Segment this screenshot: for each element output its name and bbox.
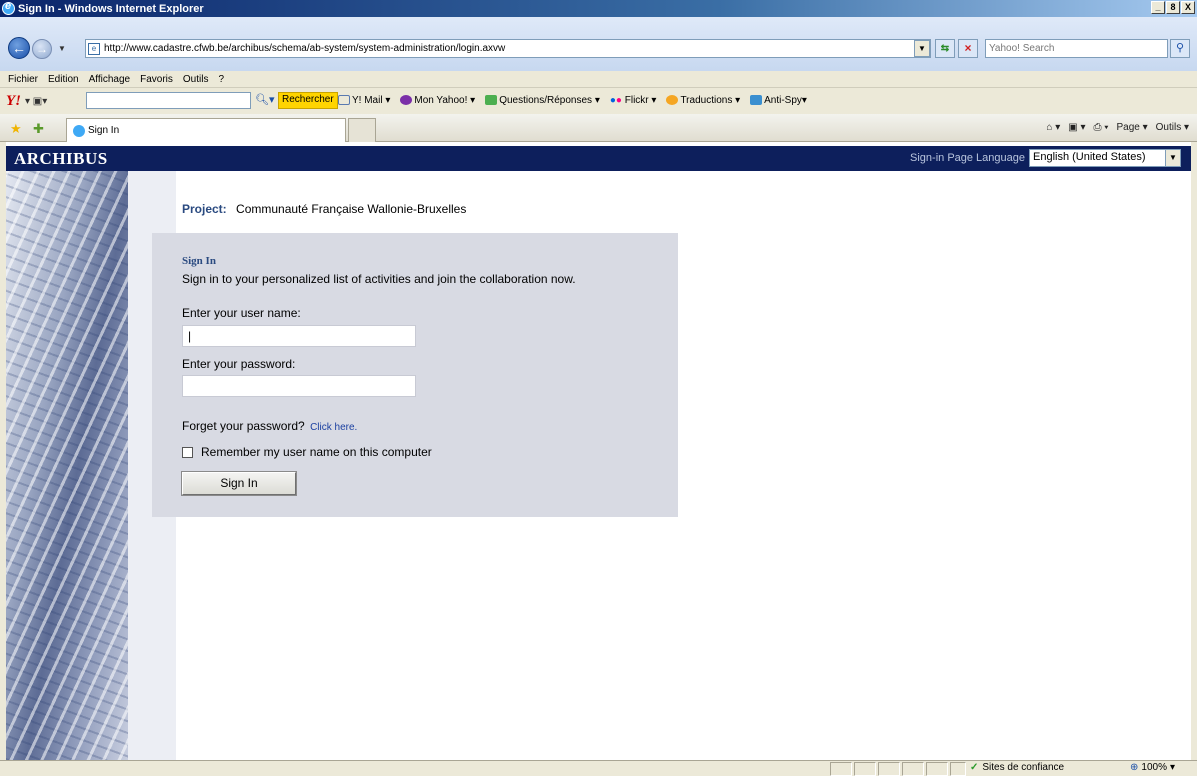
menu-item-affichage[interactable]: Affichage	[89, 74, 131, 85]
stop-icon[interactable]: ×	[958, 39, 978, 58]
menu-item-favoris[interactable]: Favoris	[140, 74, 173, 85]
status-cell	[950, 762, 966, 776]
archibus-header: ARCHIBUS Sign-in Page Language English (…	[6, 146, 1191, 171]
project-label: Project:	[182, 202, 227, 216]
history-dropdown-icon[interactable]: ▼	[58, 44, 66, 53]
home-icon[interactable]: ⌂ ▾	[1046, 122, 1060, 133]
forgot-password: Forget your password? Click here.	[182, 419, 357, 433]
yahoo-toolbar: Y! ▾ ▣▾ 🔍︎▾ Rechercher Y! Mail ▾ Mon Yah…	[0, 88, 1197, 114]
add-favorite-icon[interactable]: ✚	[33, 121, 44, 137]
address-input[interactable]: e http://www.cadastre.cfwb.be/archibus/s…	[85, 39, 931, 58]
address-toolbar: ← → ▼ e http://www.cadastre.cfwb.be/arch…	[0, 17, 1197, 71]
project-name: Communauté Française Wallonie-Bruxelles	[236, 202, 467, 216]
mail-icon	[338, 95, 350, 106]
menu-item-help[interactable]: ?	[218, 74, 224, 85]
feeds-icon[interactable]: ▣ ▾	[1068, 122, 1085, 133]
yahoo-links: Y! Mail ▾ Mon Yahoo! ▾ Questions/Réponse…	[338, 95, 807, 106]
yahoo-menu-icon[interactable]: ▾ ▣▾	[25, 96, 47, 107]
remember-row: Remember my user name on this computer	[182, 445, 432, 459]
zoom-value: 100%	[1141, 762, 1167, 773]
magnifier-icon[interactable]: 🔍︎▾	[255, 93, 275, 106]
signin-panel: Sign In Sign in to your personalized lis…	[152, 233, 678, 517]
signin-description: Sign in to your personalized list of act…	[182, 272, 576, 286]
remember-label: Remember my user name on this computer	[201, 445, 432, 459]
tools-menu[interactable]: Outils ▾	[1156, 122, 1189, 133]
forward-button[interactable]: →	[32, 39, 52, 59]
zoom-control[interactable]: ⊕ 100% ▾	[1130, 762, 1175, 773]
remember-checkbox[interactable]	[182, 446, 193, 458]
close-button[interactable]: X	[1181, 1, 1195, 14]
flickr-link[interactable]: ●● Flickr ▾	[610, 95, 657, 106]
building-image	[6, 171, 128, 760]
page-content: ARCHIBUS Sign-in Page Language English (…	[0, 142, 1197, 760]
status-cell	[830, 762, 852, 776]
status-cell	[926, 762, 948, 776]
anti-spy-link[interactable]: Anti-Spy▾	[750, 95, 807, 106]
window-titlebar: Sign In - Windows Internet Explorer _ 8 …	[0, 0, 1197, 17]
anti-spy-icon	[750, 95, 763, 106]
yahoo-mail-link[interactable]: Y! Mail ▾	[338, 95, 390, 106]
rechercher-button[interactable]: Rechercher	[278, 92, 338, 109]
status-bar: ✓ Sites de confiance ⊕ 100% ▾	[0, 760, 1197, 776]
tab-ie-icon	[73, 124, 85, 137]
maximize-button[interactable]: 8	[1166, 1, 1180, 14]
forgot-link[interactable]: Click here.	[310, 422, 357, 433]
check-icon: ✓	[970, 762, 979, 773]
username-label: Enter your user name:	[182, 306, 301, 320]
zone-label: Sites de confiance	[982, 762, 1065, 773]
minimize-button[interactable]: _	[1151, 1, 1165, 14]
questions-link[interactable]: Questions/Réponses ▾	[485, 95, 600, 106]
favorites-star-icon[interactable]: ★	[10, 121, 22, 137]
search-input[interactable]: Yahoo! Search	[985, 39, 1168, 58]
yahoo-logo[interactable]: Y!	[6, 93, 21, 110]
username-input[interactable]: |	[182, 325, 416, 347]
menu-item-outils[interactable]: Outils	[183, 74, 209, 85]
tab-bar: ★ ✚ Sign In ⌂ ▾ ▣ ▾ ⎙ ▾ Page ▾ Outils ▾	[0, 114, 1197, 142]
flickr-icon-dot: ●	[615, 95, 622, 106]
menu-item-fichier[interactable]: Fichier	[8, 74, 38, 85]
ie-icon	[2, 0, 15, 15]
questions-icon	[485, 95, 498, 106]
language-select[interactable]: English (United States) ▼	[1029, 149, 1181, 167]
tab-sign-in[interactable]: Sign In	[66, 118, 346, 142]
sign-in-button[interactable]: Sign In	[181, 471, 297, 496]
page-menu[interactable]: Page ▾	[1116, 122, 1147, 133]
mon-yahoo-link[interactable]: Mon Yahoo! ▾	[400, 95, 475, 106]
security-zone[interactable]: ✓ Sites de confiance	[970, 762, 1064, 773]
archibus-logo: ARCHIBUS	[14, 149, 108, 168]
address-url: http://www.cadastre.cfwb.be/archibus/sch…	[104, 43, 506, 54]
traductions-link[interactable]: Traductions ▾	[666, 95, 740, 106]
traductions-icon	[666, 95, 679, 106]
status-cell	[854, 762, 876, 776]
mon-yahoo-icon	[400, 95, 413, 106]
window-title: Sign In - Windows Internet Explorer	[18, 2, 204, 15]
language-label: Sign-in Page Language	[910, 152, 1025, 164]
menu-item-edition[interactable]: Edition	[48, 74, 79, 85]
page-icon: e	[88, 42, 100, 55]
zoom-icon: ⊕	[1130, 762, 1139, 773]
scrollbar[interactable]	[1191, 142, 1197, 760]
chevron-down-icon: ▼	[1165, 150, 1180, 166]
search-icon[interactable]: ⚲	[1170, 39, 1190, 58]
password-input[interactable]	[182, 375, 416, 397]
window-controls: _ 8 X	[1151, 1, 1195, 14]
menu-bar: Fichier Edition Affichage Favoris Outils…	[0, 71, 1197, 88]
back-button[interactable]: ←	[8, 37, 30, 59]
language-value: English (United States)	[1033, 151, 1146, 163]
tab-label: Sign In	[88, 125, 120, 136]
project-line: Project: Communauté Française Wallonie-B…	[182, 202, 466, 216]
zoom-dropdown-icon: ▾	[1169, 762, 1175, 773]
new-tab-button[interactable]	[348, 118, 376, 142]
signin-title: Sign In	[182, 255, 216, 267]
status-cell	[902, 762, 924, 776]
yahoo-search-input[interactable]	[86, 92, 251, 109]
address-dropdown-icon[interactable]: ▼	[914, 40, 930, 57]
status-cell	[878, 762, 900, 776]
command-bar: ⌂ ▾ ▣ ▾ ⎙ ▾ Page ▾ Outils ▾	[1046, 122, 1189, 133]
password-label: Enter your password:	[182, 357, 296, 371]
print-icon[interactable]: ⎙ ▾	[1094, 122, 1109, 133]
forgot-text: Forget your password?	[182, 419, 305, 433]
refresh-icon[interactable]: ⇆	[935, 39, 955, 58]
